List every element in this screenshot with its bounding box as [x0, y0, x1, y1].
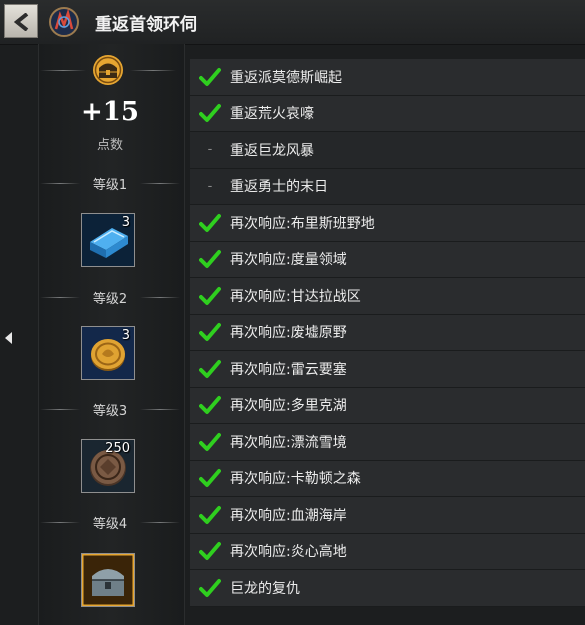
checkmark-icon: [190, 468, 230, 488]
treasure-chest-icon: [82, 554, 134, 606]
checkmark-icon: [190, 359, 230, 379]
objective-label: 再次响应:血潮海岸: [230, 507, 347, 524]
checkmark-icon: [190, 213, 230, 233]
level3-reward-count: 250: [105, 441, 130, 456]
checkmark-icon: [190, 578, 230, 598]
level2-reward[interactable]: 3: [81, 326, 135, 380]
objective-label: 再次响应:废墟原野: [230, 325, 347, 342]
objective-row: 再次响应:卡勒顿之森: [190, 460, 585, 497]
level2-reward-count: 3: [121, 328, 130, 343]
points-label: 点数: [96, 138, 123, 153]
objective-label: 再次响应:度量领域: [230, 252, 347, 269]
achievement-chest-icon: [93, 55, 123, 85]
objective-label: 重返荒火哀嚎: [230, 106, 314, 123]
objective-row: 再次响应:多里克湖: [190, 387, 585, 424]
level4-reward[interactable]: [81, 553, 135, 607]
header-divider-left: [40, 70, 86, 71]
objective-row: 再次响应:甘达拉战区: [190, 278, 585, 315]
back-arrow-icon: [14, 13, 29, 31]
objective-row: 再次响应:漂流雪境: [190, 424, 585, 461]
checkmark-icon: [190, 249, 230, 269]
objective-row: 再次响应:度量领域: [190, 241, 585, 278]
checkmark-icon: [190, 395, 230, 415]
checkmark-icon: [190, 103, 230, 123]
objective-label: 重返勇士的末日: [230, 179, 328, 196]
objective-row: 再次响应:血潮海岸: [190, 497, 585, 534]
level1-reward-count: 3: [121, 215, 130, 230]
objective-row: 再次响应:炎心高地: [190, 533, 585, 570]
checkmark-icon: [190, 541, 230, 561]
level1-label: 等级1: [92, 178, 128, 193]
objective-label: 重返巨龙风暴: [230, 142, 314, 159]
objective-row: 巨龙的复仇: [190, 570, 585, 607]
objective-row: 重返荒火哀嚎: [190, 95, 585, 132]
checkmark-icon: [190, 286, 230, 306]
level3-reward[interactable]: 250: [81, 439, 135, 493]
objective-label: 再次响应:多里克湖: [230, 398, 347, 415]
objective-label: 再次响应:卡勒顿之森: [230, 471, 361, 488]
objective-row: - 重返勇士的末日: [190, 168, 585, 205]
objective-row: - 重返巨龙风暴: [190, 132, 585, 169]
level4-label: 等级4: [92, 517, 128, 532]
objective-label: 再次响应:雷云要塞: [230, 361, 347, 378]
incomplete-dash-icon: -: [207, 142, 213, 158]
objective-label: 再次响应:漂流雪境: [230, 434, 347, 451]
checkmark-icon: [190, 322, 230, 342]
objective-row: 再次响应:废墟原野: [190, 314, 585, 351]
window-title: 重返首领环伺: [95, 15, 197, 35]
objective-row: 再次响应:布里斯班野地: [190, 205, 585, 242]
objective-label: 再次响应:甘达拉战区: [230, 288, 361, 305]
checkmark-icon: [190, 432, 230, 452]
objective-row: 再次响应:雷云要塞: [190, 351, 585, 388]
checkmark-icon: [190, 505, 230, 525]
objective-label: 再次响应:布里斯班野地: [230, 215, 375, 232]
level3-label: 等级3: [92, 404, 128, 419]
objective-label: 巨龙的复仇: [230, 580, 300, 597]
objective-label: 再次响应:炎心高地: [230, 544, 347, 561]
level2-label: 等级2: [92, 292, 128, 307]
objective-list: 重返派莫德斯崛起 重返荒火哀嚎 - 重返巨龙风暴 - 重返勇士的末日再次响应:布里斯班野地…: [190, 59, 585, 607]
back-button[interactable]: [4, 4, 38, 38]
objective-label: 重返派莫德斯崛起: [230, 69, 342, 86]
title-bar: 重返首领环伺: [0, 0, 585, 45]
checkmark-icon: [190, 67, 230, 87]
points-value: +15: [81, 97, 139, 127]
level1-reward[interactable]: 3: [81, 213, 135, 267]
header-divider-right: [130, 70, 176, 71]
return-achievement-emblem-icon: [49, 7, 79, 37]
incomplete-dash-icon: -: [207, 178, 213, 194]
objective-row: 重返派莫德斯崛起: [190, 59, 585, 96]
collapse-left-arrow-icon[interactable]: [3, 331, 13, 345]
